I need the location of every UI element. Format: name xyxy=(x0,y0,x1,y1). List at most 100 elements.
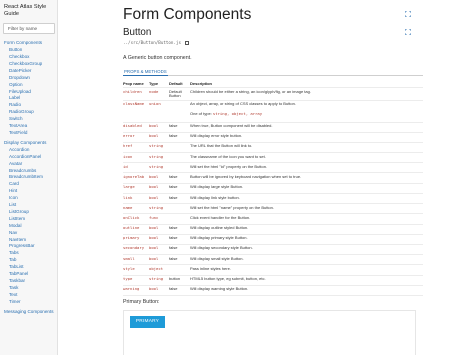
column-header: Default xyxy=(169,80,183,86)
prop-name: icon xyxy=(123,153,133,159)
sidebar-section-title[interactable]: Display Components xyxy=(0,140,57,147)
sidebar-nav: Form Components Button Checkbox CheckboxGro… xyxy=(0,40,57,315)
prop-description: When true, Button component will be disa… xyxy=(190,123,273,129)
prop-default: false xyxy=(169,194,178,200)
sidebar-item-listgroup[interactable]: ListGroup xyxy=(0,209,57,216)
sidebar-item-tabs[interactable]: Tabs xyxy=(0,250,57,257)
sidebar-item-checkboxgroup[interactable]: CheckboxGroup xyxy=(0,61,57,68)
prop-description: The classname of the icon you want to se… xyxy=(190,154,266,160)
sidebar-item-radio[interactable]: Radio xyxy=(0,102,57,109)
sidebar-item-listitem[interactable]: ListItem xyxy=(0,216,57,223)
table-row: icon string The classname of the icon you … xyxy=(123,153,423,164)
sidebar-item-switch[interactable]: Switch xyxy=(0,116,57,123)
component-title[interactable]: Button xyxy=(123,27,151,38)
prop-type: bool xyxy=(149,225,159,231)
prop-name: name xyxy=(123,204,133,210)
sidebar-item-tab[interactable]: Tab xyxy=(0,257,57,264)
sidebar-item-icon[interactable]: Icon xyxy=(0,195,57,202)
sidebar-item-nav[interactable]: Nav xyxy=(0,230,57,237)
prop-description-text: HTML5 button type, eg submit, button, et… xyxy=(190,276,266,282)
sidebar-item-breadcrumbs[interactable]: Breadcrumbs xyxy=(0,168,57,175)
prop-name: type xyxy=(123,276,133,282)
prop-default: false xyxy=(169,173,178,179)
sidebar-item-label[interactable]: Label xyxy=(0,95,57,102)
sidebar-item-text[interactable]: Text xyxy=(0,292,57,299)
prop-name: primary xyxy=(123,235,140,241)
sidebar-item-tabpanel[interactable]: TabPanel xyxy=(0,271,57,278)
sidebar-item-checkbox[interactable]: Checkbox xyxy=(0,54,57,61)
sidebar-item-accordionpanel[interactable]: AccordionPanel xyxy=(0,154,57,161)
prop-description-text: When true, Button component will be disa… xyxy=(190,123,273,128)
prop-type: bool xyxy=(149,255,159,261)
sidebar-item-avatar[interactable]: Avatar xyxy=(0,161,57,168)
tab-props-methods[interactable]: PROPS & METHODS xyxy=(123,68,168,76)
prop-description: Will display link style button. xyxy=(190,194,240,201)
sidebar-item-navitem[interactable]: NavItem xyxy=(0,237,57,244)
prop-description: Pass inline styles here. xyxy=(190,266,231,272)
prop-description: Will display error style button. xyxy=(190,133,243,139)
prop-description-text: Will display primary style Button. xyxy=(190,235,248,241)
prop-default: false xyxy=(169,225,178,231)
sidebar-item-textarea[interactable]: TextArea xyxy=(0,123,57,130)
prop-description: Will set the html "id" property on the B… xyxy=(190,164,267,170)
prop-description: Will set the html "name" property on the… xyxy=(190,205,274,211)
prop-description: Button will be ignored by keyboard navig… xyxy=(190,174,301,180)
tab-bar: PROPS & METHODS xyxy=(123,68,423,76)
prop-description: An object, array, or string of CSS class… xyxy=(190,101,296,117)
sidebar-item-option[interactable]: Option xyxy=(0,82,57,89)
filter-input[interactable]: Filter by name xyxy=(3,23,55,35)
prop-type: bool xyxy=(149,286,159,292)
table-row: onClick func Click event handler for the B… xyxy=(123,214,423,225)
prop-default: false xyxy=(169,255,178,261)
expand-icon[interactable] xyxy=(405,11,411,17)
sidebar-item-accordion[interactable]: Accordion xyxy=(0,147,57,154)
sidebar-item-fileupload[interactable]: FileUpload xyxy=(0,89,57,96)
table-row: className union An object, array, or strin… xyxy=(123,101,423,123)
prop-type: bool xyxy=(149,235,159,241)
table-row: large bool false Will display large style B… xyxy=(123,184,423,195)
sidebar-item-progressbar[interactable]: ProgressBar xyxy=(0,243,57,250)
prop-description-text: Will display warning style Button. xyxy=(190,286,249,292)
prop-name: disabled xyxy=(123,123,142,128)
sidebar-item-breadcrumbitem[interactable]: BreadcrumbItem xyxy=(0,174,57,181)
prop-description: Children should be either a string, an i… xyxy=(190,89,311,95)
prop-type: string xyxy=(149,276,164,282)
sidebar-section-title[interactable]: Form Components xyxy=(0,40,57,47)
prop-name: small xyxy=(123,255,135,261)
primary-button[interactable]: PRIMARY xyxy=(130,316,165,328)
sidebar-item-modal[interactable]: Modal xyxy=(0,223,57,230)
expand-icon[interactable] xyxy=(405,29,411,35)
column-header: Description xyxy=(190,80,213,86)
prop-default: false xyxy=(169,286,178,292)
sidebar-item-tablist[interactable]: TabList xyxy=(0,264,57,271)
sidebar-item-datepicker[interactable]: DatePicker xyxy=(0,68,57,75)
prop-description-text: Will display link style button. xyxy=(190,194,240,200)
table-row: name string Will set the html "name" prope… xyxy=(123,204,423,215)
sidebar-item-list[interactable]: List xyxy=(0,202,57,209)
prop-description-text: Will display large style Button. xyxy=(190,184,244,190)
prop-description: The URL that the Button will link to. xyxy=(190,143,252,149)
prop-description: Will display secondary style Button. xyxy=(190,246,253,251)
sidebar-item-radiogroup[interactable]: RadioGroup xyxy=(0,109,57,116)
table-row: error bool false Will display error style b… xyxy=(123,133,423,143)
sidebar-item-dropdown[interactable]: Dropdown xyxy=(0,75,57,82)
sidebar-item-button[interactable]: Button xyxy=(0,47,57,54)
prop-description: Will display small style Button. xyxy=(190,256,244,262)
sidebar-item-card[interactable]: Card xyxy=(0,181,57,188)
prop-name: href xyxy=(123,143,133,149)
sidebar-item-hint[interactable]: Hint xyxy=(0,188,57,195)
source-path: ../src/Button/Button.js xyxy=(123,40,189,45)
prop-default: false xyxy=(169,245,178,251)
sidebar-item-timer[interactable]: Timer xyxy=(0,299,57,306)
sidebar-item-textfield[interactable]: TextField xyxy=(0,130,57,137)
prop-type-note: One of type: xyxy=(190,110,213,116)
sidebar-item-task[interactable]: Task xyxy=(0,285,57,292)
prop-description-text: Will display error style button. xyxy=(190,133,243,139)
copy-icon[interactable] xyxy=(184,41,189,45)
table-row: ignoreTab bool false Button will be ignored… xyxy=(123,173,423,184)
prop-description-text: Will display outline styled Button. xyxy=(190,225,249,231)
brand-title[interactable]: React Atlas Style Guide xyxy=(0,0,57,17)
sidebar-section-title[interactable]: Messaging Components xyxy=(0,309,57,316)
sidebar-item-taskbar[interactable]: Taskbar xyxy=(0,278,57,285)
prop-type: node xyxy=(149,88,159,94)
